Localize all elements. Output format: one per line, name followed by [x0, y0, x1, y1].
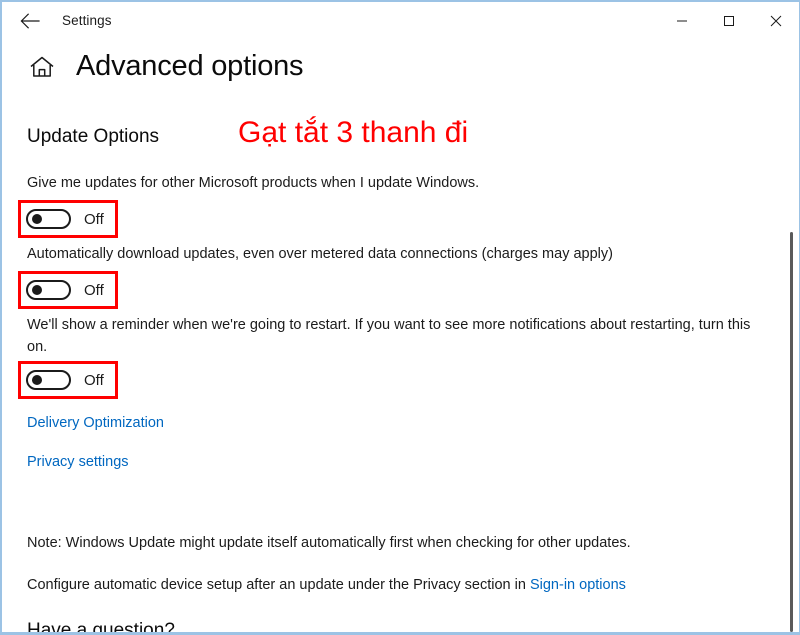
toggle-state-label-1: Off [84, 210, 104, 228]
link-sign-in-options[interactable]: Sign-in options [530, 577, 626, 593]
note-configure-prefix: Configure automatic device setup after a… [27, 577, 530, 593]
toggle-metered-download[interactable] [26, 280, 71, 300]
back-button[interactable] [10, 5, 50, 37]
setting-label-microsoft-products: Give me updates for other Microsoft prod… [27, 175, 480, 191]
toggle-state-label-3: Off [84, 371, 104, 389]
toggle-microsoft-products[interactable] [26, 209, 71, 229]
toggle-knob [32, 375, 42, 385]
window-controls [658, 2, 799, 39]
note-configure-device-setup: Configure automatic device setup after a… [27, 574, 626, 596]
toggle-highlight-box-3: Off [18, 361, 118, 399]
home-icon [30, 56, 54, 77]
toggle-highlight-box-2: Off [18, 271, 118, 309]
setting-label-metered-download: Automatically download updates, even ove… [27, 246, 613, 262]
toggle-knob [32, 214, 42, 224]
annotation-overlay-text: Gạt tắt 3 thanh đi [238, 116, 469, 149]
toggle-highlight-box-1: Off [18, 200, 118, 238]
toggle-restart-reminder[interactable] [26, 370, 71, 390]
window-title: Settings [62, 13, 112, 28]
vertical-scrollbar-thumb[interactable] [790, 232, 793, 632]
title-bar: Settings [2, 2, 799, 39]
close-button[interactable] [752, 2, 799, 39]
minimize-icon [676, 20, 687, 21]
back-arrow-icon [20, 12, 40, 29]
note-windows-update: Note: Windows Update might update itself… [27, 535, 631, 551]
minimize-button[interactable] [658, 2, 705, 39]
link-privacy-settings[interactable]: Privacy settings [27, 454, 129, 470]
section-heading-update-options: Update Options [27, 126, 160, 147]
page-header: Advanced options [2, 50, 304, 83]
settings-window: Settings Advanced options Update Options… [0, 0, 800, 635]
toggle-knob [32, 285, 42, 295]
home-button[interactable] [20, 55, 64, 79]
setting-label-restart-reminder: We'll show a reminder when we're going t… [27, 317, 751, 355]
vertical-scrollbar-track[interactable] [785, 102, 799, 635]
page-title: Advanced options [76, 50, 304, 82]
maximize-icon [723, 15, 734, 26]
toggle-state-label-2: Off [84, 281, 104, 299]
maximize-button[interactable] [705, 2, 752, 39]
link-delivery-optimization[interactable]: Delivery Optimization [27, 415, 164, 431]
close-icon [770, 15, 781, 26]
